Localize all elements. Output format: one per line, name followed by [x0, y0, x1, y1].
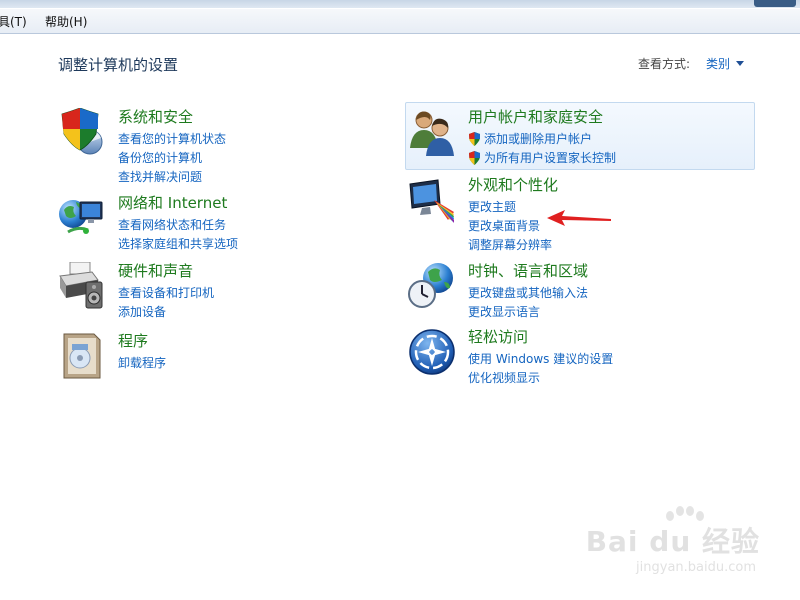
shield-icon[interactable]	[58, 108, 106, 156]
link-label[interactable]: 为所有用户设置家长控制	[484, 149, 616, 168]
watermark: Bai du 经验 jingyan.baidu.com	[586, 506, 760, 586]
link-uninstall-program[interactable]: 卸载程序	[118, 354, 166, 373]
ease-of-access-icon[interactable]	[408, 328, 456, 376]
link-view-network-status[interactable]: 查看网络状态和任务	[118, 216, 238, 235]
window-top-strip	[0, 0, 800, 8]
category-links: 使用 Windows 建议的设置 优化视频显示	[468, 350, 613, 388]
chevron-down-icon[interactable]	[736, 61, 744, 66]
page-title: 调整计算机的设置	[58, 56, 179, 74]
link-adjust-resolution[interactable]: 调整屏幕分辨率	[468, 236, 552, 255]
network-globe-icon[interactable]	[58, 194, 106, 242]
users-icon[interactable]	[408, 108, 456, 156]
view-by-label: 查看方式:	[637, 57, 690, 71]
link-label[interactable]: 添加或删除用户帐户	[484, 130, 592, 149]
uac-shield-icon	[469, 151, 480, 165]
category-title[interactable]: 外观和个性化	[468, 174, 558, 195]
category-links: 查看网络状态和任务 选择家庭组和共享选项	[118, 216, 238, 254]
category-links: 更改主题 更改桌面背景 调整屏幕分辨率	[468, 198, 552, 255]
watermark-url: jingyan.baidu.com	[636, 560, 756, 575]
link-homegroup-sharing[interactable]: 选择家庭组和共享选项	[118, 235, 238, 254]
link-devices-printers[interactable]: 查看设备和打印机	[118, 284, 214, 303]
link-change-desktop-background[interactable]: 更改桌面背景	[468, 217, 552, 236]
category-links: 更改键盘或其他输入法 更改显示语言	[468, 284, 588, 322]
menu-help[interactable]: 帮助(H)	[45, 13, 87, 30]
watermark-text: Bai du 经验	[585, 525, 760, 558]
link-change-display-language[interactable]: 更改显示语言	[468, 303, 588, 322]
category-links: 查看设备和打印机 添加设备	[118, 284, 214, 322]
category-links: 卸载程序	[118, 354, 166, 373]
category-title[interactable]: 用户帐户和家庭安全	[468, 106, 603, 127]
link-change-theme[interactable]: 更改主题	[468, 198, 552, 217]
window-caption-button[interactable]	[754, 0, 796, 7]
uac-shield-icon	[469, 132, 480, 146]
category-title[interactable]: 网络和 Internet	[118, 192, 227, 213]
link-optimize-visual-display[interactable]: 优化视频显示	[468, 369, 613, 388]
view-by: 查看方式: 类别	[638, 55, 744, 72]
link-view-computer-status[interactable]: 查看您的计算机状态	[118, 130, 226, 149]
programs-box-icon[interactable]	[58, 332, 106, 380]
category-title[interactable]: 轻松访问	[468, 326, 528, 347]
link-add-device[interactable]: 添加设备	[118, 303, 214, 322]
view-by-dropdown[interactable]: 类别	[706, 55, 744, 72]
category-title[interactable]: 时钟、语言和区域	[468, 260, 588, 281]
link-windows-suggested-settings[interactable]: 使用 Windows 建议的设置	[468, 350, 613, 369]
link-parental-controls[interactable]: 为所有用户设置家长控制	[468, 149, 616, 168]
monitor-palette-icon[interactable]	[408, 176, 456, 224]
annotation-arrow-icon	[547, 210, 611, 226]
printer-speaker-icon[interactable]	[58, 262, 106, 310]
category-title[interactable]: 程序	[118, 330, 148, 351]
link-find-fix-problems[interactable]: 查找并解决问题	[118, 168, 226, 187]
menu-bar: 具(T) 帮助(H)	[0, 9, 800, 34]
link-backup-computer[interactable]: 备份您的计算机	[118, 149, 226, 168]
clock-globe-icon[interactable]	[408, 262, 456, 310]
category-links: 查看您的计算机状态 备份您的计算机 查找并解决问题	[118, 130, 226, 187]
category-links: 添加或删除用户帐户 为所有用户设置家长控制	[468, 130, 616, 168]
menu-tools[interactable]: 具(T)	[0, 13, 27, 30]
category-title[interactable]: 系统和安全	[118, 106, 193, 127]
link-change-input-method[interactable]: 更改键盘或其他输入法	[468, 284, 588, 303]
view-by-value[interactable]: 类别	[706, 57, 730, 71]
category-title[interactable]: 硬件和声音	[118, 260, 193, 281]
link-add-remove-accounts[interactable]: 添加或删除用户帐户	[468, 130, 616, 149]
